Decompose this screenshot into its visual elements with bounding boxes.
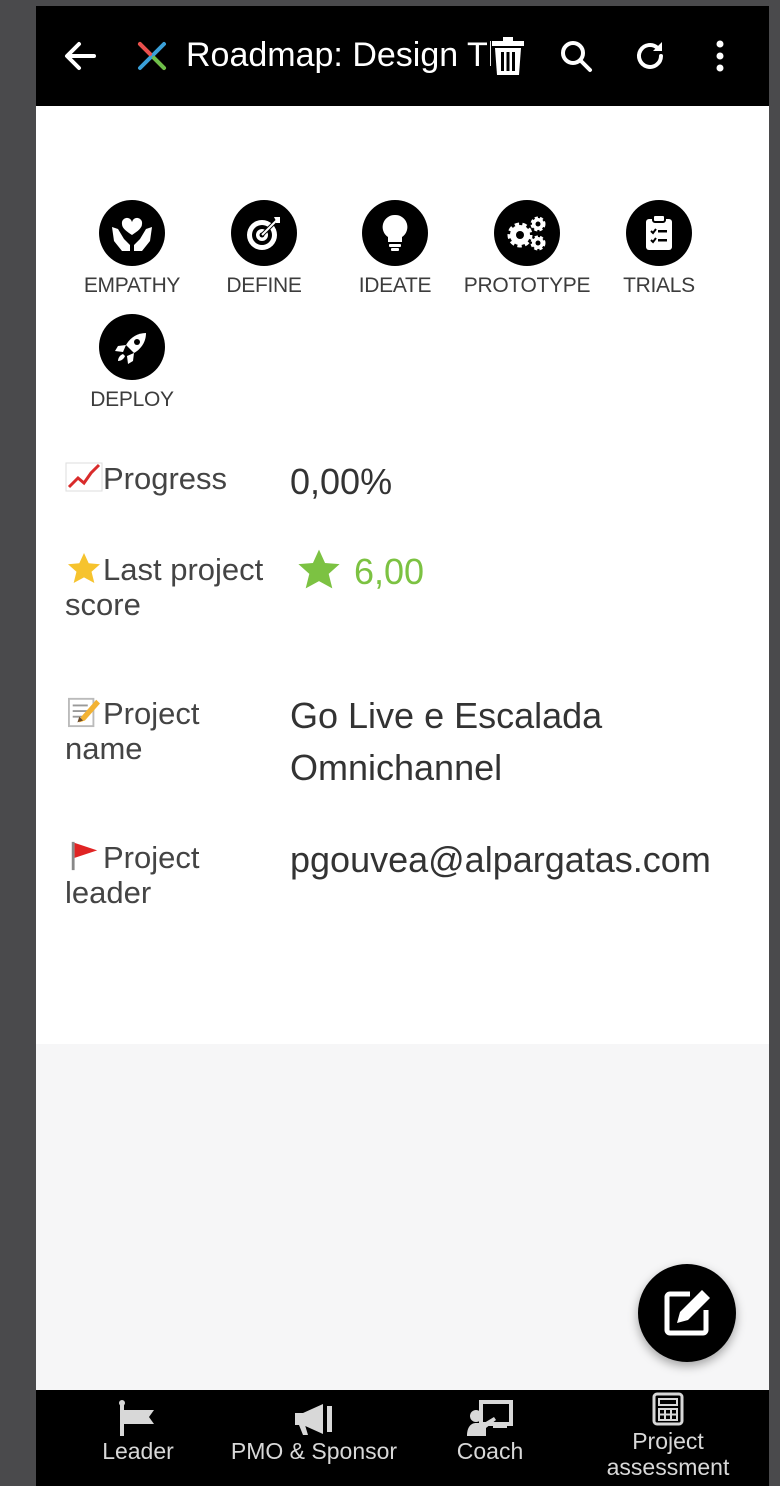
star-emoji-icon (68, 552, 100, 584)
project-leader-label: Project leader (65, 840, 200, 910)
top-app-bar: Roadmap: Design Thinking (36, 6, 769, 106)
app-screen: Roadmap: Design Thinking (36, 6, 769, 1486)
nav-leader[interactable]: Leader (88, 1390, 188, 1486)
score-value: 6,00 (290, 546, 750, 598)
trash-icon (492, 37, 524, 75)
roadmap-details: EMPATHY DEFINE IDEATE PROTOTYPE TRIALS D… (36, 106, 769, 1044)
target-icon (247, 217, 280, 250)
phase-label: DEFINE (226, 274, 302, 297)
phase-label: TRIALS (623, 274, 695, 297)
phase-empathy[interactable]: EMPATHY (67, 200, 197, 298)
bottom-navigation: Leader PMO & Sponsor Coach Project asses… (36, 1390, 769, 1486)
phase-label: EMPATHY (83, 274, 181, 297)
progress-label: Progress (65, 461, 265, 496)
arrow-left-icon (65, 42, 96, 70)
refresh-icon (637, 42, 663, 69)
heart-hands-icon (112, 217, 152, 251)
gears-icon (507, 216, 546, 251)
nav-pmo-sponsor[interactable]: PMO & Sponsor (224, 1390, 404, 1486)
clipboard-icon (646, 214, 672, 250)
phase-label: DEPLOY (90, 388, 174, 411)
more-vertical-icon (716, 40, 724, 72)
phase-label: IDEATE (358, 274, 432, 297)
colorful-x-logo-icon (138, 42, 166, 70)
rocket-icon (115, 333, 146, 364)
edit-icon (664, 1290, 710, 1336)
memo-icon (68, 697, 100, 728)
search-icon (561, 41, 592, 72)
progress-value: 0,00% (290, 461, 393, 502)
project-leader-value: pgouvea@alpargatas.com (290, 839, 711, 880)
edit-button[interactable] (638, 1264, 736, 1362)
refresh-button[interactable] (628, 34, 672, 78)
delete-button[interactable] (486, 34, 530, 78)
lightbulb-icon (382, 214, 408, 251)
phase-label: PROTOTYPE (463, 274, 591, 297)
nav-project-assessment[interactable]: Project assessment (588, 1390, 748, 1486)
score-label: Last project score (65, 552, 264, 622)
megaphone-icon (295, 1404, 332, 1435)
star-icon (298, 549, 340, 589)
page-title: Roadmap: Design Thinking (186, 36, 491, 74)
flag-icon (119, 1400, 154, 1436)
project-name-label: Project name (65, 696, 200, 766)
phase-prototype[interactable]: PROTOTYPE (462, 200, 592, 298)
phase-deploy[interactable]: DEPLOY (67, 314, 197, 412)
back-button[interactable] (58, 34, 102, 78)
more-options-button[interactable] (698, 34, 742, 78)
search-button[interactable] (554, 34, 598, 78)
nav-coach[interactable]: Coach (440, 1390, 540, 1486)
calculator-icon (652, 1392, 684, 1426)
project-name-value: Go Live e Escalada Omnichannel (290, 695, 603, 788)
red-flag-icon (71, 841, 98, 871)
phase-trials[interactable]: TRIALS (594, 200, 724, 298)
phase-define[interactable]: DEFINE (199, 200, 329, 298)
presenter-icon (467, 1400, 513, 1436)
app-logo (130, 34, 174, 78)
chart-increasing-icon (65, 462, 103, 492)
phase-ideate[interactable]: IDEATE (330, 200, 460, 298)
